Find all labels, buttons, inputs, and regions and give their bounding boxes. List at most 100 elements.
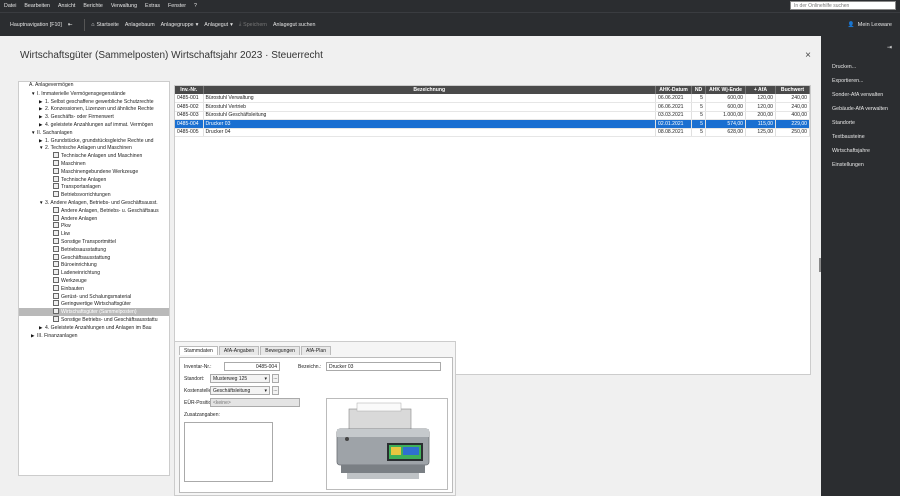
table-row[interactable]: 0485-004 Drucker 03 02.01.2021 5 574,00 115,0… (175, 119, 810, 129)
column-header[interactable]: Bezeichnung (203, 86, 656, 94)
standort-more-button[interactable]: ... (272, 374, 279, 383)
table-row[interactable]: 0485-002 Bürostuhl Vertrieb 06.06.2021 5 600… (175, 102, 810, 112)
sidebar-item-exportieren[interactable]: Exportieren... (832, 78, 864, 84)
anlagegut-dropdown[interactable]: Anlagegut ▾ (204, 22, 233, 28)
zusatz-textarea[interactable] (184, 422, 273, 482)
asset-tree[interactable]: A. Anlagevermögen ▼ I. Immaterielle Vermög… (18, 81, 170, 476)
tree-item[interactable]: Maschinengebundene Werkzeuge (19, 167, 169, 176)
eur-select[interactable]: <keine> (210, 398, 300, 407)
sidebar-item-standorte[interactable]: Standorte (832, 120, 855, 126)
tree-item[interactable]: Andere Anlagen, Betriebs- u. Geschäftsau… (19, 206, 169, 215)
tree-item[interactable]: ▶ 3. Geschäfts- oder Firmenwert (19, 113, 169, 121)
column-header[interactable]: Buchwert (775, 86, 810, 94)
tree-item[interactable]: ▼ II. Sachanlagen (19, 129, 169, 137)
menu-help[interactable]: ? (194, 3, 197, 9)
tab-afa-plan[interactable]: AfA-Plan (300, 346, 332, 355)
standort-select[interactable]: Musterweg 125 ▾ (210, 374, 270, 383)
table-cell: 628,00 (705, 128, 746, 137)
sidebar-item-wirtschaftsjahre[interactable]: Wirtschaftsjahre (832, 148, 870, 154)
column-header[interactable]: AHK Wj-Ende (705, 86, 746, 94)
save-button[interactable]: ⤓ Speichern (239, 21, 267, 28)
tree-item[interactable]: Lkw (19, 230, 169, 238)
search-asset-button[interactable]: Anlagegut suchen (273, 22, 315, 28)
bezeichnung-field[interactable]: Drucker 03 (326, 362, 441, 371)
user-menu[interactable]: 👤 Mein Lexware (848, 22, 892, 28)
tree-item[interactable]: ▼ I. Immaterielle Vermögensgegenstände (19, 90, 169, 98)
tree-item[interactable]: ▶ 1. Grundstücke, grundstücksgleiche Rech… (19, 137, 169, 145)
main-nav-button[interactable]: Hauptnavigation [F10] (10, 22, 62, 28)
table-cell: 0485-004 (175, 119, 204, 129)
menu-fenster[interactable]: Fenster (168, 3, 186, 9)
tree-item[interactable]: Sonstige Betriebs- und Geschäftsausstatt… (19, 315, 169, 324)
help-search-input[interactable]: In der Onlinehilfe suchen (790, 1, 896, 10)
menu-datei[interactable]: Datei (4, 3, 16, 9)
main-content: Wirtschaftsgüter (Sammelposten) Wirtscha… (0, 36, 821, 496)
nav-back-icon[interactable]: ⇤ (68, 22, 72, 28)
table-cell: 574,00 (705, 119, 746, 129)
close-icon[interactable]: × (805, 50, 811, 61)
tree-item-label: 2. Konzessionen, Lizenzen und ähnliche R… (45, 106, 154, 113)
menu-ansicht[interactable]: Ansicht (58, 3, 75, 9)
tree-item-label: A. Anlagevermögen (29, 82, 74, 88)
sidebar-item-textbausteine[interactable]: Textbausteine (832, 134, 865, 140)
tree-item[interactable]: Transportanlagen (19, 183, 169, 191)
tree-item[interactable]: Betriebsvorrichtungen (19, 191, 169, 199)
tree-item[interactable]: Geringwertige Wirtschaftsgüter (19, 300, 169, 308)
tree-item[interactable]: Gerüst- und Schalungsmaterial (19, 292, 169, 301)
menu-berichte[interactable]: Berichte (83, 3, 102, 9)
tree-item[interactable]: Maschinen (19, 159, 169, 168)
tree-item[interactable]: ▶ 4. Geleistete Anzahlungen und Anlagen i… (19, 324, 169, 332)
asset-table[interactable]: Inv.-Nr. Bezeichnung AHK-Datum ND AHK Wj-End… (174, 85, 811, 375)
tree-item[interactable]: ▶ 1. Selbst geschaffene gewerbliche Schut… (19, 98, 169, 106)
anlagebaum-button[interactable]: Anlagebaum (125, 22, 155, 28)
asset-group-icon (53, 175, 59, 182)
pin-icon[interactable]: ⇥ (887, 44, 892, 51)
column-header[interactable]: ND (691, 86, 706, 94)
tree-item[interactable]: ▶ 4. geleistete Anzahlungen auf immat. Ve… (19, 121, 169, 129)
kostenstelle-select[interactable]: Geschäftsleitung ▾ (210, 386, 270, 395)
tree-item[interactable]: ▶ 2. Konzessionen, Lizenzen und ähnliche … (19, 105, 169, 113)
sidebar-item-sonder-afa[interactable]: Sonder-AfA verwalten (832, 92, 883, 98)
tree-item-label: Sonstige Betriebs- und Geschäftsausstatt… (61, 316, 158, 323)
tree-item[interactable]: ▼ 3. Andere Anlagen, Betriebs- und Geschä… (19, 199, 169, 207)
tree-item[interactable]: Büroeinrichtung (19, 261, 169, 269)
tree-item[interactable]: Wirtschaftsgüter (Sammelposten) (19, 308, 169, 316)
tab-stammdaten[interactable]: Stammdaten (179, 346, 218, 355)
menu-verwaltung[interactable]: Verwaltung (111, 3, 137, 9)
tree-item[interactable]: A. Anlagevermögen (19, 82, 169, 90)
tree-item[interactable]: ▶ III. Finanzanlagen (19, 332, 169, 340)
tree-item-label: 3. Geschäfts- oder Firmenwert (45, 114, 114, 121)
tree-item[interactable]: Betriebsausstattung (19, 245, 169, 254)
tree-item[interactable]: Technische Anlagen (19, 175, 169, 184)
tree-item[interactable]: Einbauten (19, 284, 169, 293)
tree-item[interactable]: Andere Anlagen (19, 214, 169, 223)
tab-bewegungen[interactable]: Bewegungen (260, 346, 300, 355)
table-row[interactable]: 0485-003 Bürostuhl Geschäftsleitung 03.03.… (175, 111, 810, 120)
home-button[interactable]: ⌂ Startseite (91, 22, 119, 28)
tab-afa-angaben[interactable]: AfA-Angaben (218, 346, 260, 355)
sidebar-item-gebaeude-afa[interactable]: Gebäude-AfA verwalten (832, 106, 888, 112)
tree-item[interactable]: Sonstige Transportmittel (19, 237, 169, 246)
column-header[interactable]: Inv.-Nr. (175, 86, 204, 94)
tree-item[interactable]: Geschäftsausstattung (19, 253, 169, 262)
sidebar-item-drucken[interactable]: Drucken... (832, 64, 856, 70)
menu-extras[interactable]: Extras (145, 3, 160, 9)
inventar-field[interactable]: 0485-004 (224, 362, 280, 371)
table-row[interactable]: 0485-005 Drucker 04 08.08.2021 5 628,00 125,0… (175, 128, 810, 137)
tree-item[interactable]: Pkw (19, 222, 169, 230)
column-header[interactable]: AHK-Datum (655, 86, 692, 94)
home-icon: ⌂ (91, 21, 95, 28)
tree-item[interactable]: Werkzeuge (19, 276, 169, 285)
asset-group-icon (53, 284, 59, 291)
anlagegruppe-dropdown[interactable]: Anlagegruppe ▾ (161, 22, 199, 28)
sidebar-item-einstellungen[interactable]: Einstellungen (832, 162, 864, 168)
table-row[interactable]: 0485-001 Bürostuhl Verwaltung 06.06.2021 5 6… (175, 94, 810, 103)
tree-item[interactable]: ▼ 2. Technische Anlagen und Maschinen (19, 144, 169, 152)
column-header[interactable]: + AfA (745, 86, 776, 94)
tree-item[interactable]: Ladeneinrichtung (19, 269, 169, 277)
kostenstelle-more-button[interactable]: ... (272, 386, 279, 395)
tree-item[interactable]: Technische Anlagen und Maschinen (19, 152, 169, 160)
inventar-label: Inventar-Nr.: (184, 364, 212, 370)
menu-bearbeiten[interactable]: Bearbeiten (24, 3, 50, 9)
tree-item-label: Lkw (61, 231, 71, 238)
